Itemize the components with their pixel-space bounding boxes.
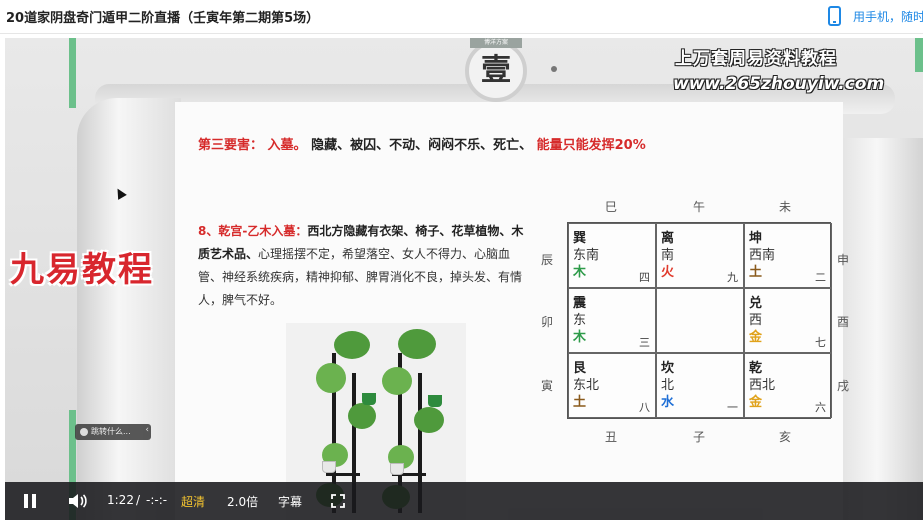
total-duration: -:-:- xyxy=(146,493,168,507)
subtitles-button[interactable]: 字幕 xyxy=(278,493,302,510)
frame-accent xyxy=(69,38,76,108)
palace-cell: 离 南 火 九 xyxy=(656,223,744,288)
phone-watch-link[interactable]: 用手机，随时 xyxy=(853,8,923,25)
palace-number: 九 xyxy=(727,271,738,284)
paragraph-title: 8、乾宫-乙木入墓： xyxy=(198,224,308,238)
stand-shelf xyxy=(326,473,360,476)
branch-bottom-1: 丑 xyxy=(604,430,617,444)
palace-number: 四 xyxy=(639,271,650,284)
watermark-url: www.265zhouyiw.com xyxy=(673,74,885,94)
branch-left-3: 寅 xyxy=(540,379,553,393)
palace-element: 木 xyxy=(573,330,587,345)
palace-element: 水 xyxy=(661,395,675,410)
branch-top-1: 巳 xyxy=(604,200,617,214)
heading-middle: 隐藏、被囚、不动、闷闷不乐、死亡、 xyxy=(311,138,533,153)
branch-top-3: 未 xyxy=(778,200,791,214)
pause-icon[interactable] xyxy=(24,494,36,508)
palace-cell: 震 东 木 三 xyxy=(568,288,656,353)
plant-leaves xyxy=(348,403,376,429)
plant-leaves xyxy=(398,329,436,359)
palace-cell: 乾 西北 金 六 xyxy=(744,353,832,418)
palace-number: 六 xyxy=(815,401,826,414)
frame-accent xyxy=(915,38,923,72)
branch-left-1: 辰 xyxy=(540,253,553,267)
branch-right-2: 酉 xyxy=(836,315,849,329)
slide-paragraph: 8、乾宫-乙木入墓：西北方隐藏有衣架、椅子、花草植物、木质艺术品、心理摇摆不定，… xyxy=(198,220,534,312)
time-separator: / xyxy=(136,493,141,507)
volume-icon[interactable] xyxy=(68,493,88,509)
plant-pot xyxy=(362,393,376,405)
palace-element: 土 xyxy=(749,265,763,280)
branch-left-2: 卯 xyxy=(540,315,553,329)
palace-cell: 兑 西 金 七 xyxy=(744,288,832,353)
nine-palace-grid: 巽 东南 木 四 离 南 火 九 坤 西南 土 二 震 东 木 三 兑 西 金 … xyxy=(567,222,832,419)
palace-number: 三 xyxy=(639,336,650,349)
branch-right-3: 戌 xyxy=(836,379,849,393)
heading-tail: 能量只能发挥20% xyxy=(536,138,646,153)
palace-element: 土 xyxy=(573,395,587,410)
page-title: 20道家阴盘奇门遁甲二阶直播（壬寅年第二期第5场） xyxy=(6,11,320,26)
plant-leaves xyxy=(382,367,412,395)
palace-element: 火 xyxy=(661,265,675,280)
palace-number: 七 xyxy=(815,336,826,349)
plant-pot xyxy=(428,395,442,407)
speed-button[interactable]: 2.0倍 xyxy=(227,493,258,510)
plant-pot xyxy=(322,461,336,473)
player-control-bar: 1:22 / -:-:- 超清 2.0倍 字幕 xyxy=(5,482,923,520)
seal-char: 壹 xyxy=(481,53,511,88)
plant-pot xyxy=(390,463,404,475)
plant-leaves xyxy=(316,363,346,393)
toast-collapse-icon[interactable]: ‹ xyxy=(145,425,149,435)
palace-cell: 艮 东北 土 八 xyxy=(568,353,656,418)
branch-bottom-3: 亥 xyxy=(778,430,791,444)
palace-element: 金 xyxy=(749,330,763,345)
palace-cell: 坎 北 水 一 xyxy=(656,353,744,418)
branch-right-1: 申 xyxy=(836,253,849,267)
branch-top-2: 午 xyxy=(692,200,705,214)
seal-badge: 壹 xyxy=(465,40,527,102)
fullscreen-icon[interactable] xyxy=(331,494,345,508)
palace-number: 八 xyxy=(639,401,650,414)
heading-prefix: 第三要害： xyxy=(198,138,264,153)
scroll-left-roll xyxy=(77,98,181,520)
plant-leaves xyxy=(334,331,370,359)
current-time: 1:22 xyxy=(107,493,134,507)
palace-cell: 巽 东南 木 四 xyxy=(568,223,656,288)
brand-overlay: 九易教程 xyxy=(10,250,154,290)
heading-key: 入墓。 xyxy=(267,138,307,153)
toast-icon xyxy=(80,428,88,436)
palace-number: 一 xyxy=(727,401,738,414)
palace-number: 二 xyxy=(815,271,826,284)
decor-dot xyxy=(551,66,557,72)
toast-text: 跳转什么... xyxy=(91,427,131,436)
palace-element: 木 xyxy=(573,265,587,280)
quality-button[interactable]: 超清 xyxy=(181,493,205,510)
seal-tag: 博洋方案 xyxy=(470,38,522,48)
phone-icon[interactable] xyxy=(828,6,841,26)
watermark-title: 上万套周易资料教程 xyxy=(675,49,837,69)
video-frame: 壹 博洋方案 上万套周易资料教程 www.265zhouyiw.com 第三要害… xyxy=(5,38,923,520)
palace-cell-center xyxy=(656,288,744,353)
video-player[interactable]: 壹 博洋方案 上万套周易资料教程 www.265zhouyiw.com 第三要害… xyxy=(5,38,923,520)
jump-toast[interactable]: 跳转什么... ‹ xyxy=(75,424,151,440)
branch-bottom-2: 子 xyxy=(692,430,705,444)
plant-leaves xyxy=(414,407,444,433)
top-bar: 20道家阴盘奇门遁甲二阶直播（壬寅年第二期第5场） 用手机，随时 xyxy=(0,0,923,34)
palace-element: 金 xyxy=(749,395,763,410)
palace-cell: 坤 西南 土 二 xyxy=(744,223,832,288)
slide-heading: 第三要害： 入墓。 隐藏、被囚、不动、闷闷不乐、死亡、 能量只能发挥20% xyxy=(198,134,646,153)
